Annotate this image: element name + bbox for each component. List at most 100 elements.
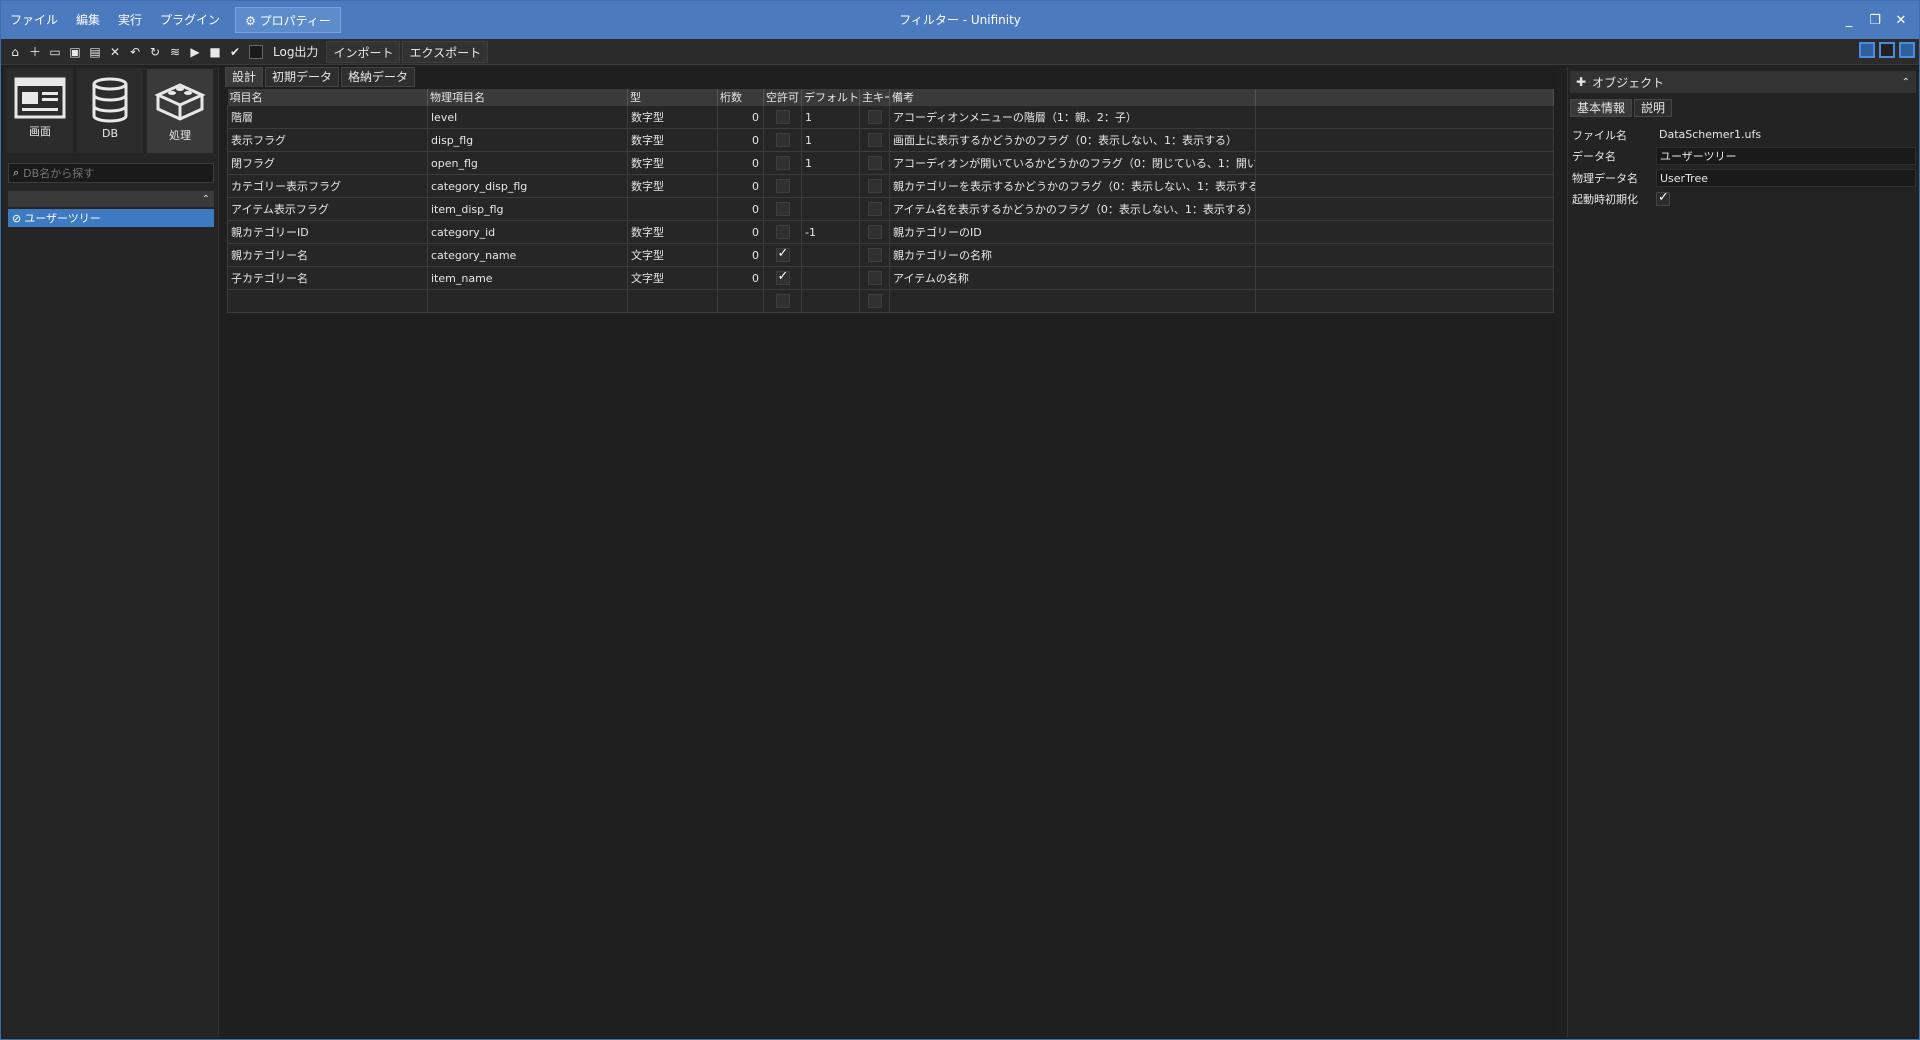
prop-data-name-field[interactable]: ユーザーツリー (1656, 147, 1916, 165)
tab-stored-data[interactable]: 格納データ (341, 67, 416, 87)
cell-digits[interactable]: 0 (717, 220, 764, 244)
folder-icon[interactable]: ▭ (45, 42, 65, 62)
tree-item-user-tree[interactable]: ⊘ ユーザーツリー (8, 209, 214, 227)
cell-physical[interactable] (427, 289, 628, 313)
cell-default[interactable]: -1 (801, 220, 860, 244)
table-row[interactable]: 表示フラグ disp_flg 数字型 0 1 画面上に表示するかどうかのフラグ（0：表示し… (227, 128, 1554, 152)
chevron-up-icon[interactable]: ⌃ (202, 194, 210, 205)
col-header-digits[interactable]: 桁数 (717, 89, 764, 106)
cell-type[interactable] (627, 289, 718, 313)
nullable-checkbox[interactable] (775, 133, 790, 147)
primary-key-checkbox[interactable] (867, 133, 882, 147)
menu-plugin[interactable]: プラグイン (151, 7, 229, 33)
layout-center-icon[interactable] (1879, 42, 1895, 58)
primary-key-checkbox[interactable] (867, 248, 882, 262)
col-header-physical[interactable]: 物理項目名 (427, 89, 628, 106)
export-button[interactable]: エクスポート (402, 40, 489, 63)
mode-db-button[interactable]: DB (77, 69, 143, 153)
tab-description[interactable]: 説明 (1634, 99, 1673, 117)
cell-physical[interactable]: item_name (427, 266, 628, 290)
layout-right-icon[interactable] (1899, 42, 1915, 58)
restore-icon[interactable]: ❐ (1863, 8, 1887, 32)
cell-type[interactable]: 文字型 (627, 266, 718, 290)
table-row[interactable]: アイテム表示フラグ item_disp_flg 0 アイテム名を表示するかどうかのフラ… (227, 197, 1554, 221)
cell-digits[interactable]: 0 (717, 105, 764, 129)
prop-init-checkbox[interactable] (1656, 190, 1670, 206)
stop-icon[interactable]: ■ (205, 42, 225, 62)
save-all-icon[interactable]: ▤ (85, 42, 105, 62)
cell-name[interactable]: カテゴリー表示フラグ (227, 174, 428, 198)
menu-property[interactable]: ⚙ プロパティー (235, 7, 341, 33)
col-header-default[interactable]: デフォルト値 (801, 89, 860, 106)
cell-note[interactable]: アイテムの名称 (889, 266, 1256, 290)
tab-initial-data[interactable]: 初期データ (265, 67, 340, 87)
col-header-nullable[interactable]: 空許可 (763, 89, 802, 106)
object-panel-header[interactable]: ✚ オブジェクト ⌃ (1570, 71, 1916, 93)
nullable-checkbox[interactable] (775, 246, 790, 262)
cell-digits[interactable]: 0 (717, 151, 764, 175)
cell-digits[interactable]: 0 (717, 197, 764, 221)
cell-name[interactable]: 子カテゴリー名 (227, 266, 428, 290)
table-row[interactable]: 閉フラグ open_flg 数字型 0 1 アコーディオンが開いているかどうかのフラグ（0… (227, 151, 1554, 175)
cell-name[interactable] (227, 289, 428, 313)
primary-key-checkbox[interactable] (867, 294, 882, 308)
nullable-checkbox[interactable] (775, 202, 790, 216)
cell-default[interactable]: 1 (801, 151, 860, 175)
cell-physical[interactable]: level (427, 105, 628, 129)
cell-name[interactable]: 閉フラグ (227, 151, 428, 175)
cell-note[interactable]: 親カテゴリーを表示するかどうかのフラグ（0：表示しない、1：表示する） (889, 174, 1256, 198)
primary-key-checkbox[interactable] (867, 156, 882, 170)
cell-note[interactable]: 親カテゴリーのID (889, 220, 1256, 244)
cell-type[interactable]: 数字型 (627, 174, 718, 198)
nullable-checkbox[interactable] (775, 294, 790, 308)
primary-key-checkbox[interactable] (867, 225, 882, 239)
cell-type[interactable]: 文字型 (627, 243, 718, 267)
chevron-up-icon[interactable]: ⌃ (1902, 77, 1910, 88)
cell-name[interactable]: 親カテゴリーID (227, 220, 428, 244)
col-header-name[interactable]: 項目名 (227, 89, 428, 106)
db-search-input[interactable] (23, 166, 204, 180)
menu-edit[interactable]: 編集 (67, 7, 109, 33)
cell-default[interactable] (801, 197, 860, 221)
primary-key-checkbox[interactable] (867, 271, 882, 285)
cell-physical[interactable]: category_disp_flg (427, 174, 628, 198)
tab-basic-info[interactable]: 基本情報 (1570, 99, 1633, 117)
tab-design[interactable]: 設計 (225, 67, 264, 87)
import-button[interactable]: インポート (326, 40, 401, 63)
nullable-checkbox[interactable] (775, 110, 790, 124)
cell-name[interactable]: アイテム表示フラグ (227, 197, 428, 221)
cell-default[interactable]: 1 (801, 128, 860, 152)
cell-name[interactable]: 階層 (227, 105, 428, 129)
close-icon[interactable]: ✕ (1889, 8, 1913, 32)
tree-header[interactable]: ⌃ (8, 191, 214, 207)
cell-digits[interactable] (717, 289, 764, 313)
cell-physical[interactable]: category_name (427, 243, 628, 267)
menu-run[interactable]: 実行 (109, 7, 151, 33)
cell-digits[interactable]: 0 (717, 174, 764, 198)
undo-icon[interactable]: ↶ (125, 42, 145, 62)
layout-left-icon[interactable] (1859, 42, 1875, 58)
refresh-icon[interactable]: ↻ (145, 42, 165, 62)
cell-note[interactable]: 画面上に表示するかどうかのフラグ（0：表示しない、1：表示する） (889, 128, 1256, 152)
cell-default[interactable] (801, 174, 860, 198)
nullable-checkbox[interactable] (775, 179, 790, 193)
primary-key-checkbox[interactable] (867, 202, 882, 216)
mode-screen-button[interactable]: 画面 (7, 69, 73, 153)
home-icon[interactable]: ⌂ (5, 42, 25, 62)
cell-type[interactable]: 数字型 (627, 105, 718, 129)
cell-default[interactable] (801, 289, 860, 313)
nullable-checkbox[interactable] (775, 225, 790, 239)
col-header-note[interactable]: 備考 (889, 89, 1256, 106)
log-output-checkbox[interactable] (249, 44, 263, 59)
cell-digits[interactable]: 0 (717, 128, 764, 152)
table-row[interactable] (227, 289, 1554, 313)
prop-physical-field[interactable]: UserTree (1656, 169, 1916, 187)
delete-icon[interactable]: ✕ (105, 42, 125, 62)
mode-process-button[interactable]: 処理 (147, 69, 213, 153)
cell-note[interactable]: 親カテゴリーの名称 (889, 243, 1256, 267)
table-row[interactable]: カテゴリー表示フラグ category_disp_flg 数字型 0 親カテゴリーを表示… (227, 174, 1554, 198)
plus-icon[interactable]: ＋ (25, 42, 45, 62)
cell-note[interactable]: アコーディオンメニューの階層（1：親、2：子） (889, 105, 1256, 129)
nullable-checkbox[interactable] (775, 156, 790, 170)
cell-name[interactable]: 表示フラグ (227, 128, 428, 152)
